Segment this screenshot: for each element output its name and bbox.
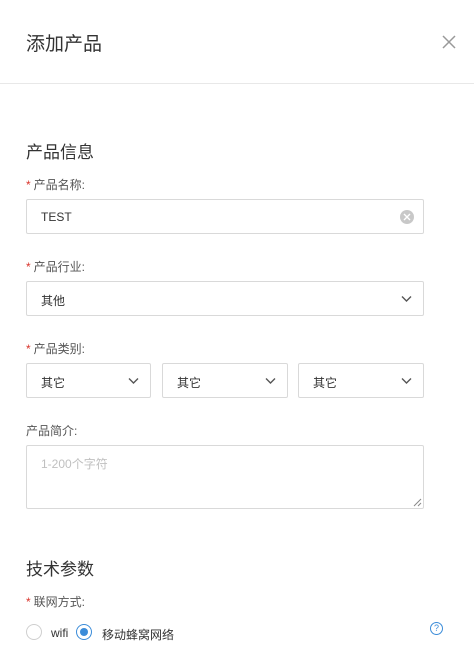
required-mark: * — [26, 260, 31, 274]
network-mode-label-text: 联网方式: — [33, 595, 86, 609]
product-name-label: * 产品名称: — [26, 176, 85, 193]
product-category-select-2[interactable]: 其它 — [162, 363, 288, 398]
required-mark: * — [26, 178, 31, 192]
product-category-label-text: 产品类别: — [33, 342, 86, 356]
product-name-value: TEST — [41, 210, 72, 224]
product-industry-label: * 产品行业: — [26, 258, 85, 275]
resize-handle-icon[interactable] — [413, 498, 422, 507]
product-category-value-2: 其它 — [177, 376, 202, 390]
radio-cellular-label[interactable]: 移动蜂窝网络 — [102, 626, 174, 643]
product-description-label: 产品简介: — [26, 424, 78, 438]
product-industry-label-text: 产品行业: — [33, 260, 86, 274]
radio-cellular[interactable] — [76, 624, 92, 640]
chevron-down-icon — [401, 378, 412, 384]
radio-wifi-label[interactable]: wifi — [51, 626, 68, 640]
product-category-label: * 产品类别: — [26, 340, 85, 357]
product-industry-value: 其他 — [41, 294, 66, 308]
product-name-label-text: 产品名称: — [33, 178, 86, 192]
help-icon[interactable]: ? — [430, 622, 443, 635]
chevron-down-icon — [401, 296, 412, 302]
section-title-product-info: 产品信息 — [26, 143, 94, 162]
dialog-title: 添加产品 — [26, 34, 103, 55]
network-mode-radio-group: wifi 移动蜂窝网络 — [26, 624, 446, 642]
dialog-header: 添加产品 — [0, 0, 474, 84]
required-mark: * — [26, 595, 31, 609]
close-icon[interactable] — [440, 33, 458, 51]
radio-wifi[interactable] — [26, 624, 42, 640]
chevron-down-icon — [128, 378, 139, 384]
product-name-input[interactable]: TEST — [26, 199, 424, 234]
required-mark: * — [26, 342, 31, 356]
description-placeholder: 1-200个字符 — [41, 457, 108, 471]
network-mode-label: * 联网方式: — [26, 593, 85, 610]
product-category-select-3[interactable]: 其它 — [298, 363, 424, 398]
add-product-dialog: 添加产品 产品信息 * 产品名称: TEST * 产品行业: 其他 * 产品类别: 其… — [0, 0, 474, 657]
radio-selected-dot — [80, 628, 88, 636]
section-title-tech-params: 技术参数 — [26, 560, 94, 579]
clear-input-icon[interactable] — [400, 210, 414, 224]
product-industry-select[interactable]: 其他 — [26, 281, 424, 316]
product-category-value-3: 其它 — [313, 376, 338, 390]
product-category-value-1: 其它 — [41, 376, 66, 390]
product-description-textarea[interactable]: 1-200个字符 — [26, 445, 424, 509]
product-category-select-1[interactable]: 其它 — [26, 363, 151, 398]
chevron-down-icon — [265, 378, 276, 384]
